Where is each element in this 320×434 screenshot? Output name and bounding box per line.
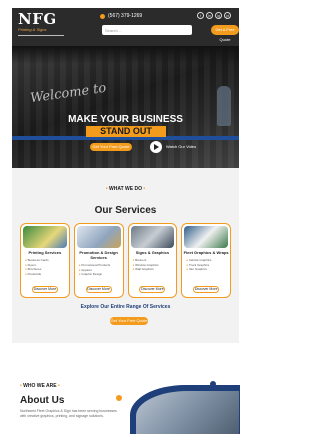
logo-text: NFG (18, 10, 57, 28)
about-kicker-text: WHO WE ARE (23, 383, 57, 389)
service-card-fleet[interactable]: Fleet Graphics & Wraps Vehicle Graphics … (181, 223, 231, 298)
services-title: Our Services (94, 205, 157, 216)
card-title: Fleet Graphics & Wraps (183, 250, 229, 255)
hero-banner: Welcome to MAKE YOUR BUSINESS STAND OUT … (12, 46, 239, 168)
card-list: Promotional Products Apparel Graphic Des… (79, 263, 119, 277)
hero-ceiling-shade (12, 46, 239, 64)
youtube-icon[interactable]: yt (224, 12, 231, 19)
kicker-dot-right: • (141, 186, 146, 192)
card-title: Signs & Graphics (135, 250, 170, 255)
list-item: Graphic Design (79, 272, 119, 277)
hero-cta-button[interactable]: Get Your Free Quote (90, 143, 132, 151)
facebook-icon[interactable]: f (197, 12, 204, 19)
fleet-image (184, 226, 228, 248)
service-card-promotion[interactable]: Promotion & Design Services Promotional … (73, 223, 124, 298)
phone-icon (100, 13, 105, 19)
list-item: Wall Graphics (133, 267, 173, 272)
hero-highlight: STAND OUT (86, 126, 166, 137)
phone-number: (567) 379-1269 (108, 13, 143, 19)
discover-more-button[interactable]: Discover More (31, 286, 58, 293)
explore-services-heading: Explore Our Entire Range Of Services (80, 304, 171, 310)
promotion-image (76, 226, 121, 248)
instagram-icon[interactable]: ig (215, 12, 222, 19)
social-links: f in ig yt (197, 12, 231, 19)
hero-title: MAKE YOUR BUSINESS (68, 114, 183, 125)
card-title: Promotion & Design Services (79, 250, 118, 260)
search-input[interactable]: Search... (102, 25, 192, 35)
discover-more-button[interactable]: Discover More (85, 286, 112, 293)
decorative-orange-dot (116, 395, 122, 401)
list-item: Van Graphics (186, 267, 226, 272)
about-kicker: • WHO WE ARE • (20, 383, 60, 389)
discover-more-button[interactable]: Discover More (139, 286, 166, 293)
signs-image (130, 226, 175, 248)
site-header: NFG Printing & Signs (567) 379-1269 f in… (12, 8, 239, 46)
logo[interactable]: NFG Printing & Signs (18, 11, 66, 41)
play-icon[interactable] (150, 141, 162, 153)
header-quote-button[interactable]: Get A Free Quote (211, 25, 239, 42)
printing-image (23, 226, 67, 248)
service-card-signs[interactable]: Signs & Graphics Banners Window Graphics… (127, 223, 178, 298)
about-text: Northwest Fleet Graphics & Sign has been… (20, 409, 117, 418)
phone-link[interactable]: (567) 379-1269 (100, 13, 142, 19)
card-list: Vehicle Graphics Truck Graphics Van Grap… (186, 258, 226, 272)
card-title: Printing Services (28, 250, 62, 255)
logo-divider (18, 35, 64, 36)
list-item: Postcards (25, 272, 65, 277)
about-section: • WHO WE ARE • About Us Northwest Fleet … (12, 343, 240, 434)
card-list: Banners Window Graphics Wall Graphics (133, 258, 173, 272)
linkedin-icon[interactable]: in (206, 12, 213, 19)
kicker-dot-right: • (56, 383, 60, 389)
services-kicker-text: WHAT WE DO (109, 186, 142, 192)
services-section: • WHAT WE DO • Our Services Printing Ser… (12, 168, 239, 343)
services-quote-button[interactable]: Get Your Free Quote (110, 317, 148, 325)
about-title: About Us (20, 395, 65, 406)
logo-subtitle: Printing & Signs (18, 27, 47, 32)
about-team-photo (136, 391, 239, 434)
services-kicker: • WHAT WE DO • (12, 186, 239, 192)
service-card-printing[interactable]: Printing Services Business Cards Flyers … (20, 223, 70, 298)
discover-more-button[interactable]: Discover More (193, 286, 220, 293)
service-cards: Printing Services Business Cards Flyers … (20, 223, 231, 298)
card-list: Business Cards Flyers Brochures Postcard… (25, 258, 65, 276)
watch-video-link[interactable]: Watch Our Video (166, 144, 196, 149)
